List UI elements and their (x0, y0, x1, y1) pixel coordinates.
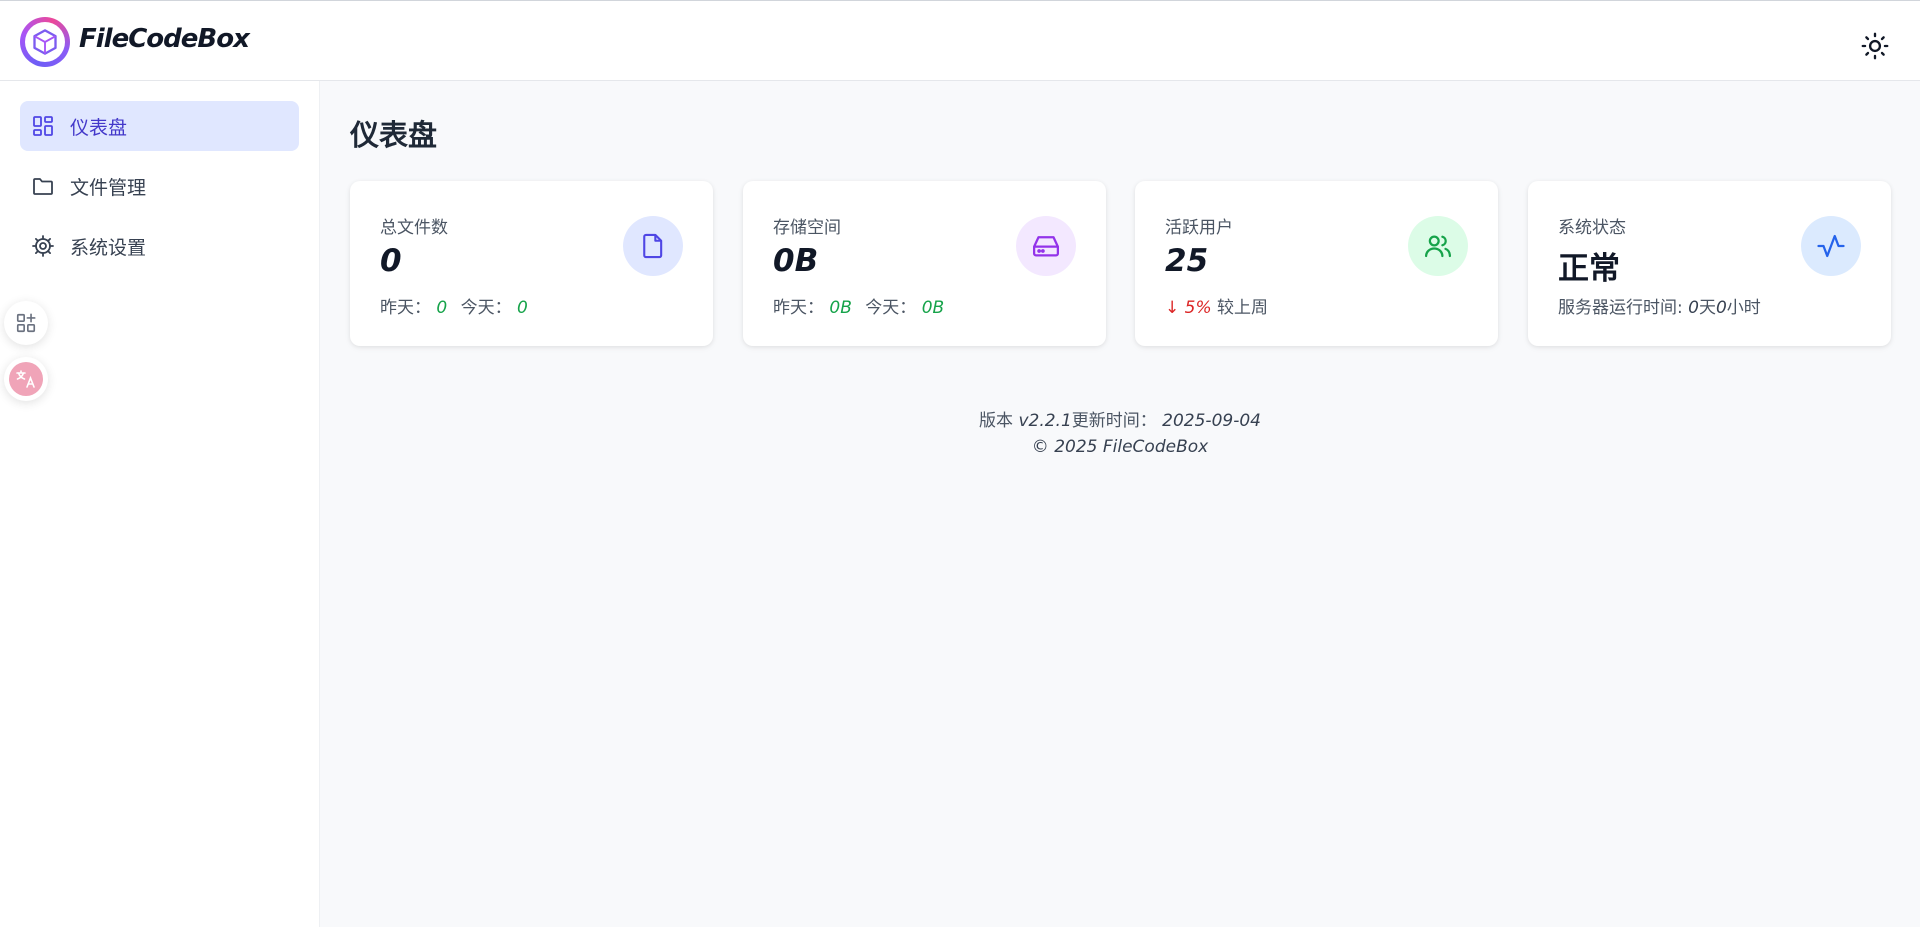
sidebar: 仪表盘 文件管理 系统设置 (0, 81, 320, 927)
card-sub: 昨天： 0B 今天： 0B (773, 293, 944, 318)
top-header: FileCodeBox (0, 0, 1920, 81)
logo[interactable] (20, 17, 70, 67)
card-label: 活跃用户 (1165, 218, 1233, 238)
apps-add-icon (16, 313, 36, 333)
today-label: 今天： (865, 298, 917, 318)
file-icon (623, 216, 683, 276)
apps-add-button[interactable] (4, 301, 48, 345)
dashboard-icon (30, 113, 56, 139)
version-info: 版本 v2.2.1更新时间： 2025-09-04 (320, 406, 1920, 431)
uptime-label: 服务器运行时间: (1558, 298, 1683, 318)
stat-card-system-status: 系统状态 正常 服务器运行时间: 0天0小时 (1528, 181, 1891, 346)
version-label: 版本 (979, 411, 1014, 431)
sidebar-item-dashboard[interactable]: 仪表盘 (20, 101, 299, 151)
uptime-hours-unit: 小时 (1726, 298, 1761, 318)
folder-icon (30, 173, 56, 199)
today-value: 0B (921, 298, 945, 318)
card-label: 系统状态 (1558, 218, 1626, 238)
card-value: 0 (380, 243, 402, 279)
copyright-text: © 2025 FileCodeBox (1031, 437, 1209, 457)
version-number: v2.2.1 (1018, 411, 1072, 431)
sidebar-item-label: 文件管理 (70, 176, 147, 199)
trend-text: 较上周 (1217, 298, 1269, 318)
trend-down-icon: ↓ (1165, 298, 1180, 318)
stat-card-active-users: 活跃用户 25 ↓ 5% 较上周 (1135, 181, 1498, 346)
brand-name[interactable]: FileCodeBox (79, 24, 250, 54)
sun-icon (1861, 32, 1889, 60)
trend-value: 5% (1184, 298, 1212, 318)
hard-drive-icon (1016, 216, 1076, 276)
translate-icon (9, 362, 43, 396)
copyright: © 2025 FileCodeBox (320, 437, 1920, 457)
card-value: 0B (773, 243, 819, 279)
gear-icon (30, 233, 56, 259)
yesterday-value: 0 (436, 298, 448, 318)
card-label: 总文件数 (380, 218, 448, 238)
card-value: 正常 (1558, 251, 1620, 287)
theme-toggle-button[interactable] (1860, 31, 1890, 61)
card-sub: 服务器运行时间: 0天0小时 (1558, 293, 1761, 318)
yesterday-label: 昨天： (773, 298, 824, 318)
translate-button[interactable] (4, 357, 48, 401)
page-title: 仪表盘 (350, 118, 438, 152)
yesterday-value: 0B (829, 298, 852, 318)
users-icon (1408, 216, 1468, 276)
yesterday-label: 昨天： (380, 298, 431, 318)
updated-date: 2025-09-04 (1162, 411, 1261, 431)
uptime-days: 0 (1688, 298, 1699, 318)
box-logo-icon (33, 29, 57, 55)
uptime-hours: 0 (1715, 298, 1727, 318)
stat-card-total-files: 总文件数 0 昨天： 0 今天： 0 (350, 181, 713, 346)
stat-card-storage: 存储空间 0B 昨天： 0B 今天： 0B (743, 181, 1106, 346)
card-sub: 昨天： 0 今天： 0 (380, 293, 528, 318)
card-value: 25 (1165, 243, 1209, 279)
today-value: 0 (517, 298, 528, 318)
uptime-days-unit: 天 (1698, 298, 1716, 318)
card-label: 存储空间 (773, 218, 841, 238)
today-label: 今天： (460, 298, 512, 318)
sidebar-item-label: 系统设置 (70, 236, 147, 259)
card-sub: ↓ 5% 较上周 (1165, 293, 1268, 318)
updated-label: 更新时间： (1071, 411, 1157, 431)
sidebar-item-settings[interactable]: 系统设置 (20, 221, 299, 271)
activity-icon (1801, 216, 1861, 276)
sidebar-item-files[interactable]: 文件管理 (20, 161, 299, 211)
sidebar-item-label: 仪表盘 (70, 116, 128, 139)
